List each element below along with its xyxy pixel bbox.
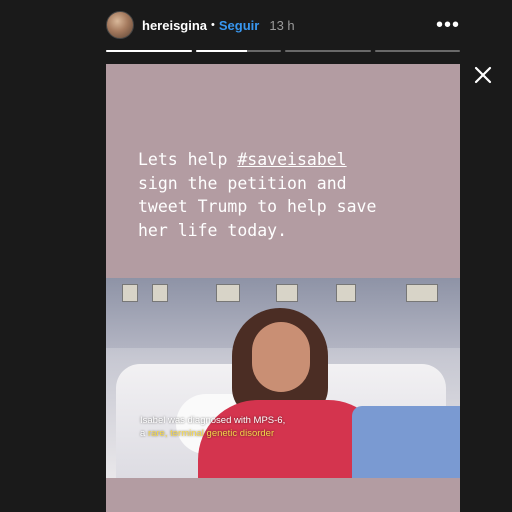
timestamp: 13 h <box>269 17 295 33</box>
avatar[interactable] <box>106 11 134 39</box>
caption-prefix: Lets help <box>138 150 238 169</box>
wall-panel <box>406 284 438 302</box>
progress-segment <box>106 50 192 52</box>
wall-panel <box>152 284 168 302</box>
progress-segment <box>374 50 460 52</box>
progress-segment <box>285 50 371 52</box>
more-options-icon[interactable]: ••• <box>436 15 460 35</box>
story-header: hereisgina • Seguir 13 h ••• <box>106 10 460 40</box>
wall-panel <box>276 284 298 302</box>
story-progress-bar <box>106 50 460 52</box>
progress-segment <box>195 50 281 52</box>
wall-panel <box>336 284 356 302</box>
separator-dot: • <box>211 19 215 31</box>
wall-panel <box>122 284 138 302</box>
video-caption: Isabel was diagnosed with MPS-6, a rare,… <box>140 414 285 440</box>
hashtag-link[interactable]: #saveisabel <box>237 150 346 169</box>
story-bottom-band <box>106 478 460 512</box>
blanket <box>352 406 460 478</box>
video-thumbnail[interactable]: Isabel was diagnosed with MPS-6, a rare,… <box>106 278 460 478</box>
follow-button[interactable]: Seguir <box>219 18 259 33</box>
story-caption: Lets help #saveisabel sign the petition … <box>138 148 448 242</box>
username[interactable]: hereisgina <box>142 18 207 33</box>
caption-rest: sign the petition and tweet Trump to hel… <box>138 173 377 240</box>
close-icon[interactable] <box>472 64 494 86</box>
story-frame[interactable]: Lets help #saveisabel sign the petition … <box>106 64 460 512</box>
person-face <box>252 322 310 392</box>
video-caption-line2: a rare, terminal genetic disorder <box>140 428 275 439</box>
video-caption-line1: Isabel was diagnosed with MPS-6, <box>140 415 286 426</box>
wall-panel <box>216 284 240 302</box>
